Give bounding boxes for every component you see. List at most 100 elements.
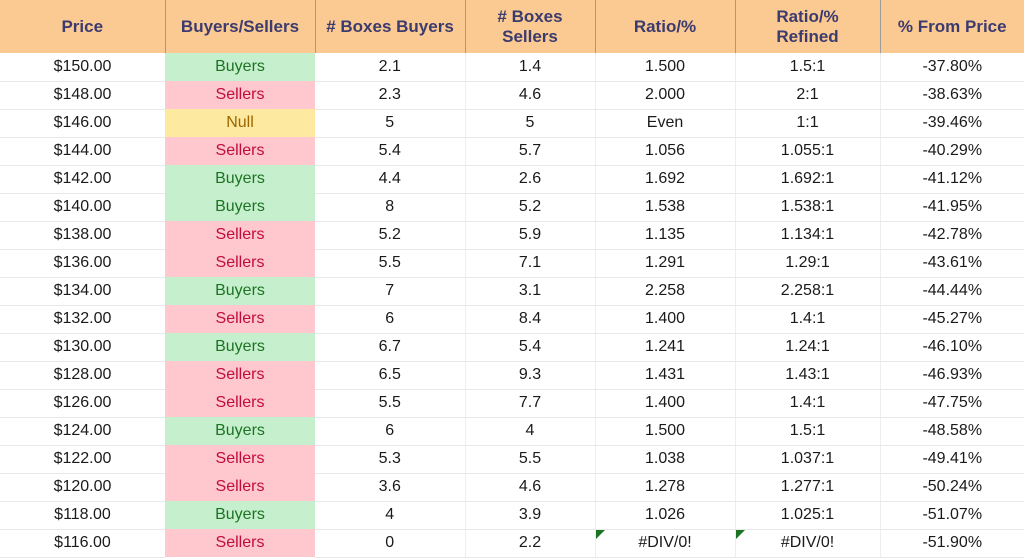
cell-signal[interactable]: Sellers bbox=[165, 137, 315, 165]
column-header-buyers-sellers[interactable]: Buyers/Sellers bbox=[165, 0, 316, 53]
cell-boxes-buyers[interactable]: 2.3 bbox=[315, 81, 466, 110]
cell-pct-from-price[interactable]: -49.41% bbox=[880, 445, 1024, 474]
cell-boxes-buyers[interactable]: 2.1 bbox=[315, 53, 466, 82]
cell-boxes-sellers[interactable]: 7.1 bbox=[465, 249, 596, 278]
cell-boxes-sellers[interactable]: 1.4 bbox=[465, 53, 596, 82]
cell-pct-from-price[interactable]: -44.44% bbox=[880, 277, 1024, 306]
cell-signal[interactable]: Buyers bbox=[165, 417, 315, 445]
cell-boxes-sellers[interactable]: 5.7 bbox=[465, 137, 596, 166]
cell-ratio[interactable]: 1.241 bbox=[595, 333, 736, 362]
cell-ratio[interactable]: 1.500 bbox=[595, 53, 736, 82]
cell-boxes-sellers[interactable]: 8.4 bbox=[465, 305, 596, 334]
cell-ratio-refined[interactable]: #DIV/0! bbox=[735, 529, 881, 558]
cell-price[interactable]: $122.00 bbox=[0, 445, 165, 474]
cell-price[interactable]: $134.00 bbox=[0, 277, 165, 306]
cell-pct-from-price[interactable]: -51.07% bbox=[880, 501, 1024, 530]
column-header-pct-from-price[interactable]: % From Price bbox=[880, 0, 1024, 53]
cell-ratio[interactable]: 1.135 bbox=[595, 221, 736, 250]
column-header-boxes-buyers[interactable]: # Boxes Buyers bbox=[315, 0, 466, 53]
cell-ratio-refined[interactable]: 1.538:1 bbox=[735, 193, 881, 222]
cell-ratio[interactable]: 1.692 bbox=[595, 165, 736, 194]
column-header-ratio[interactable]: Ratio/% bbox=[595, 0, 736, 53]
cell-ratio[interactable]: 1.538 bbox=[595, 193, 736, 222]
cell-ratio[interactable]: 1.291 bbox=[595, 249, 736, 278]
cell-boxes-buyers[interactable]: 5.3 bbox=[315, 445, 466, 474]
cell-price[interactable]: $118.00 bbox=[0, 501, 165, 530]
cell-price[interactable]: $130.00 bbox=[0, 333, 165, 362]
cell-pct-from-price[interactable]: -37.80% bbox=[880, 53, 1024, 82]
cell-ratio[interactable]: 1.278 bbox=[595, 473, 736, 502]
cell-boxes-buyers[interactable]: 5.5 bbox=[315, 389, 466, 418]
cell-signal[interactable]: Sellers bbox=[165, 81, 315, 109]
cell-ratio-refined[interactable]: 1.692:1 bbox=[735, 165, 881, 194]
cell-ratio-refined[interactable]: 1.29:1 bbox=[735, 249, 881, 278]
cell-ratio[interactable]: 1.026 bbox=[595, 501, 736, 530]
cell-boxes-buyers[interactable]: 6 bbox=[315, 417, 466, 446]
cell-boxes-buyers[interactable]: 5.4 bbox=[315, 137, 466, 166]
cell-pct-from-price[interactable]: -51.90% bbox=[880, 529, 1024, 558]
cell-price[interactable]: $120.00 bbox=[0, 473, 165, 502]
cell-boxes-sellers[interactable]: 5.9 bbox=[465, 221, 596, 250]
cell-signal[interactable]: Sellers bbox=[165, 249, 315, 277]
cell-pct-from-price[interactable]: -46.10% bbox=[880, 333, 1024, 362]
cell-signal[interactable]: Sellers bbox=[165, 473, 315, 501]
cell-ratio-refined[interactable]: 1.134:1 bbox=[735, 221, 881, 250]
cell-price[interactable]: $146.00 bbox=[0, 109, 165, 138]
cell-ratio-refined[interactable]: 1.43:1 bbox=[735, 361, 881, 390]
column-header-ratio-refined[interactable]: Ratio/% Refined bbox=[735, 0, 881, 53]
cell-signal[interactable]: Null bbox=[165, 109, 315, 137]
cell-ratio[interactable]: 1.400 bbox=[595, 305, 736, 334]
cell-boxes-sellers[interactable]: 2.2 bbox=[465, 529, 596, 558]
cell-price[interactable]: $148.00 bbox=[0, 81, 165, 110]
cell-pct-from-price[interactable]: -45.27% bbox=[880, 305, 1024, 334]
cell-ratio[interactable]: 1.400 bbox=[595, 389, 736, 418]
cell-price[interactable]: $144.00 bbox=[0, 137, 165, 166]
cell-ratio[interactable]: 2.258 bbox=[595, 277, 736, 306]
cell-signal[interactable]: Sellers bbox=[165, 445, 315, 473]
cell-price[interactable]: $126.00 bbox=[0, 389, 165, 418]
cell-price[interactable]: $142.00 bbox=[0, 165, 165, 194]
cell-boxes-buyers[interactable]: 3.6 bbox=[315, 473, 466, 502]
cell-boxes-buyers[interactable]: 6.5 bbox=[315, 361, 466, 390]
cell-pct-from-price[interactable]: -42.78% bbox=[880, 221, 1024, 250]
cell-signal[interactable]: Buyers bbox=[165, 165, 315, 193]
cell-ratio[interactable]: #DIV/0! bbox=[595, 529, 736, 558]
cell-ratio[interactable]: 1.038 bbox=[595, 445, 736, 474]
cell-ratio[interactable]: Even bbox=[595, 109, 736, 138]
cell-ratio-refined[interactable]: 1.5:1 bbox=[735, 53, 881, 82]
cell-boxes-sellers[interactable]: 4.6 bbox=[465, 81, 596, 110]
cell-boxes-buyers[interactable]: 5.5 bbox=[315, 249, 466, 278]
cell-boxes-buyers[interactable]: 6.7 bbox=[315, 333, 466, 362]
cell-pct-from-price[interactable]: -38.63% bbox=[880, 81, 1024, 110]
cell-boxes-buyers[interactable]: 6 bbox=[315, 305, 466, 334]
cell-pct-from-price[interactable]: -50.24% bbox=[880, 473, 1024, 502]
cell-price[interactable]: $124.00 bbox=[0, 417, 165, 446]
cell-ratio-refined[interactable]: 1.055:1 bbox=[735, 137, 881, 166]
cell-signal[interactable]: Sellers bbox=[165, 529, 315, 557]
cell-signal[interactable]: Sellers bbox=[165, 389, 315, 417]
cell-boxes-sellers[interactable]: 4.6 bbox=[465, 473, 596, 502]
cell-boxes-buyers[interactable]: 5.2 bbox=[315, 221, 466, 250]
cell-boxes-sellers[interactable]: 3.1 bbox=[465, 277, 596, 306]
cell-ratio-refined[interactable]: 2:1 bbox=[735, 81, 881, 110]
cell-ratio-refined[interactable]: 1:1 bbox=[735, 109, 881, 138]
cell-price[interactable]: $150.00 bbox=[0, 53, 165, 82]
cell-signal[interactable]: Buyers bbox=[165, 53, 315, 81]
cell-boxes-buyers[interactable]: 0 bbox=[315, 529, 466, 558]
cell-signal[interactable]: Buyers bbox=[165, 193, 315, 221]
cell-boxes-sellers[interactable]: 4 bbox=[465, 417, 596, 446]
cell-signal[interactable]: Buyers bbox=[165, 501, 315, 529]
cell-price[interactable]: $116.00 bbox=[0, 529, 165, 558]
cell-boxes-sellers[interactable]: 3.9 bbox=[465, 501, 596, 530]
cell-boxes-sellers[interactable]: 5.5 bbox=[465, 445, 596, 474]
cell-pct-from-price[interactable]: -46.93% bbox=[880, 361, 1024, 390]
cell-boxes-sellers[interactable]: 2.6 bbox=[465, 165, 596, 194]
cell-boxes-buyers[interactable]: 7 bbox=[315, 277, 466, 306]
cell-pct-from-price[interactable]: -47.75% bbox=[880, 389, 1024, 418]
cell-boxes-sellers[interactable]: 9.3 bbox=[465, 361, 596, 390]
cell-boxes-buyers[interactable]: 4.4 bbox=[315, 165, 466, 194]
cell-ratio-refined[interactable]: 1.277:1 bbox=[735, 473, 881, 502]
cell-ratio[interactable]: 2.000 bbox=[595, 81, 736, 110]
cell-pct-from-price[interactable]: -41.95% bbox=[880, 193, 1024, 222]
cell-price[interactable]: $136.00 bbox=[0, 249, 165, 278]
